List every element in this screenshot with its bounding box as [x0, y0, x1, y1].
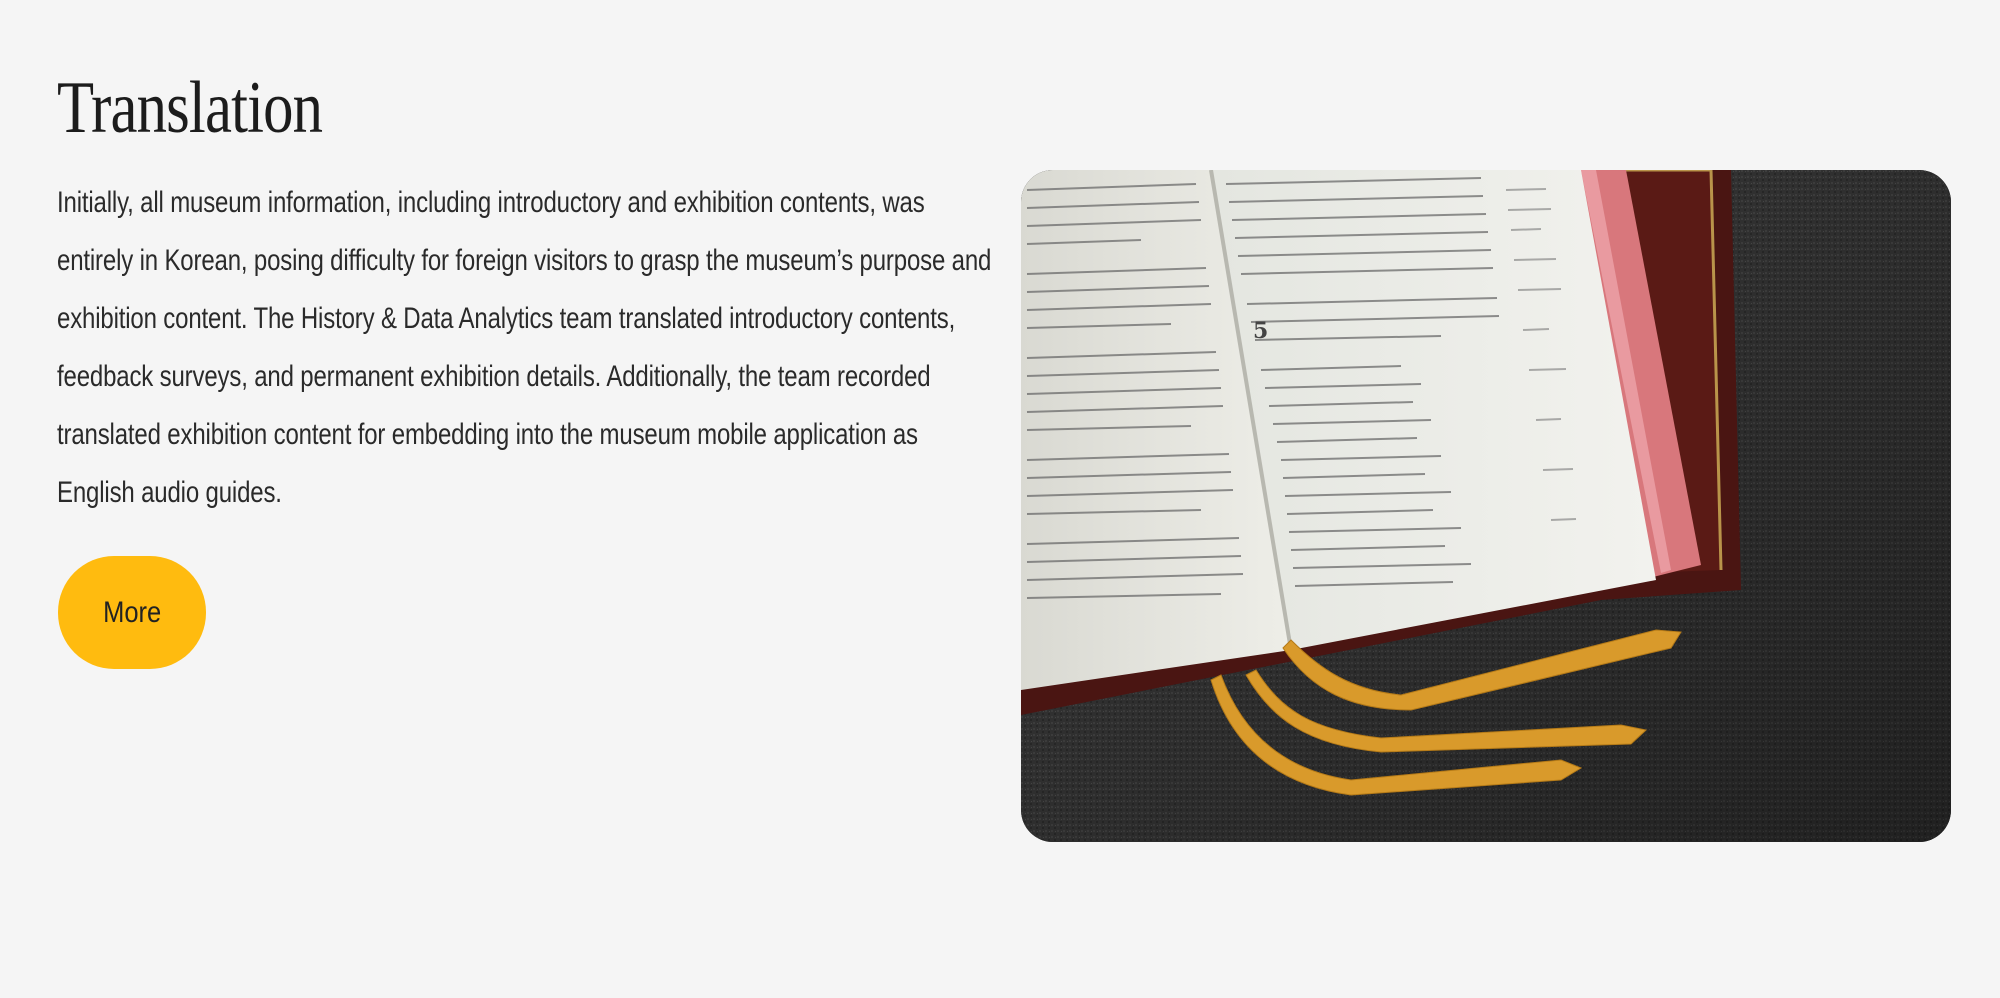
section-description: Initially, all museum information, inclu… — [57, 186, 992, 509]
more-button-label: More — [102, 595, 162, 629]
open-book-image: 5 — [1021, 170, 1951, 842]
book-chapter-number: 5 — [1253, 318, 1268, 344]
open-book-illustration: 5 — [1021, 170, 1951, 842]
section-title: Translation — [57, 67, 323, 149]
more-button[interactable]: More — [58, 556, 206, 669]
translation-section: Translation Initially, all museum inform… — [0, 0, 2000, 998]
